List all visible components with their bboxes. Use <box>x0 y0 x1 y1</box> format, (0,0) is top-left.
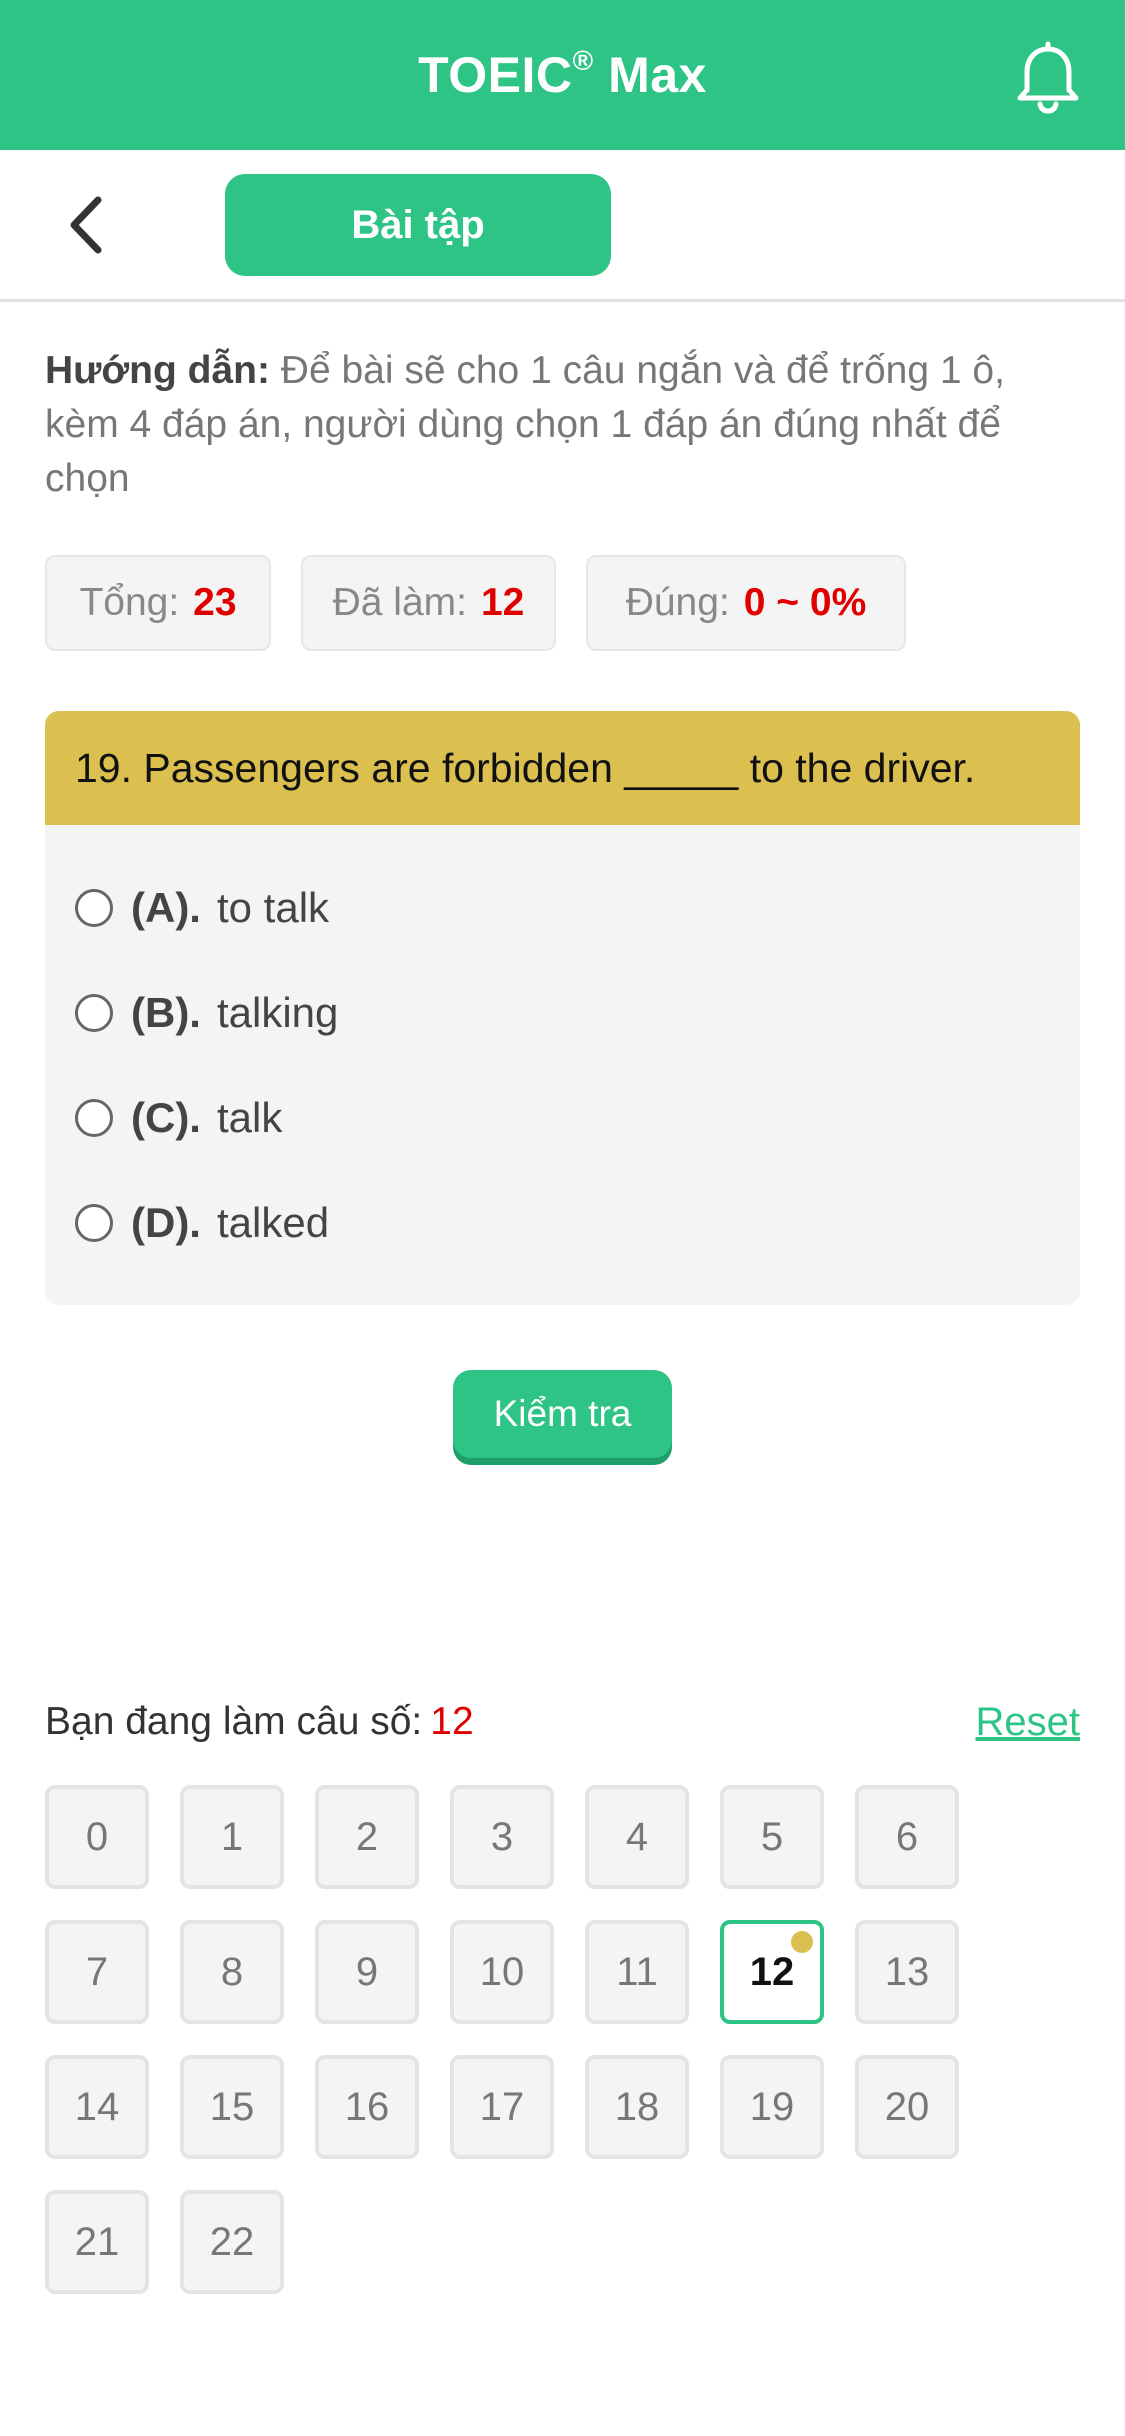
question-number-10[interactable]: 10 <box>450 1920 554 2024</box>
question-number-label: 7 <box>85 1949 109 1994</box>
progress-label-text: Bạn đang làm câu số: <box>45 1700 423 1743</box>
question-number-5[interactable]: 5 <box>720 1785 824 1889</box>
option-text: talking <box>216 989 339 1036</box>
option-c[interactable]: (C). talk <box>75 1083 282 1153</box>
instructions-label: Hướng dẫn: <box>45 349 270 392</box>
question-number-12[interactable]: 12 <box>720 1920 824 2024</box>
question-number-label: 3 <box>490 1814 514 1859</box>
question-number-16[interactable]: 16 <box>315 2055 419 2159</box>
stat-done: Đã làm: 12 <box>301 555 556 651</box>
current-indicator-dot <box>791 1931 813 1953</box>
question-number-22[interactable]: 22 <box>180 2190 284 2294</box>
current-question-number: 12 <box>430 1700 474 1743</box>
option-text: to talk <box>216 884 330 931</box>
question-grid: 0 1 2 3 4 5 6 7 8 9 10 11 12 13 14 15 16 17 18 19 20 21 22 <box>45 1785 1045 2305</box>
sub-navigation-bar: Bài tập <box>0 150 1125 302</box>
stat-done-label: Đã làm: <box>332 581 467 624</box>
question-number-19[interactable]: 19 <box>720 2055 824 2159</box>
question-number-21[interactable]: 21 <box>45 2190 149 2294</box>
question-number-label: 17 <box>479 2084 525 2129</box>
bell-icon[interactable] <box>1013 38 1083 114</box>
instructions: Hướng dẫn: Để bài sẽ cho 1 câu ngắn và đ… <box>45 344 1085 506</box>
progress-label: Bạn đang làm câu số: 12 <box>45 1700 474 1744</box>
question-number-label: 19 <box>749 2084 795 2129</box>
stat-total: Tổng: 23 <box>45 555 271 651</box>
question-number-label: 11 <box>616 1949 658 1994</box>
stat-done-value: 12 <box>480 581 525 624</box>
chevron-left-icon[interactable] <box>62 192 114 258</box>
question-number-label: 9 <box>355 1949 379 1994</box>
radio-button[interactable] <box>75 994 113 1032</box>
option-key: (A). <box>131 884 201 931</box>
app-title-text: TOEIC <box>418 47 573 103</box>
question-card: 19. Passengers are forbidden _____ to th… <box>45 711 1080 1305</box>
option-d[interactable]: (D). talked <box>75 1188 329 1258</box>
question-number-label: 21 <box>74 2219 120 2264</box>
question-number-label: 6 <box>895 1814 919 1859</box>
question-number-label: 10 <box>479 1949 525 1994</box>
question-number-1[interactable]: 1 <box>180 1785 284 1889</box>
registered-mark: ® <box>572 45 594 77</box>
question-number-label: 16 <box>344 2084 390 2129</box>
option-b[interactable]: (B). talking <box>75 978 338 1048</box>
question-number-3[interactable]: 3 <box>450 1785 554 1889</box>
stat-correct: Đúng: 0 ~ 0% <box>586 555 906 651</box>
app-title: TOEIC® Max <box>418 45 707 104</box>
question-number-15[interactable]: 15 <box>180 2055 284 2159</box>
question-number-label: 2 <box>355 1814 379 1859</box>
question-text: 19. Passengers are forbidden _____ to th… <box>45 711 1080 825</box>
question-number-label: 13 <box>884 1949 930 1994</box>
option-a[interactable]: (A). to talk <box>75 873 329 943</box>
question-number-18[interactable]: 18 <box>585 2055 689 2159</box>
question-number-label: 22 <box>209 2219 255 2264</box>
question-number-label: 18 <box>614 2084 660 2129</box>
reset-link[interactable]: Reset <box>976 1700 1081 1745</box>
app-header: TOEIC® Max <box>0 0 1125 150</box>
stat-total-label: Tổng: <box>79 581 180 624</box>
question-number-7[interactable]: 7 <box>45 1920 149 2024</box>
question-number-6[interactable]: 6 <box>855 1785 959 1889</box>
question-number-label: 12 <box>749 1949 795 1994</box>
stat-correct-value: 0 ~ 0% <box>743 581 867 624</box>
option-key: (D). <box>131 1199 201 1246</box>
radio-button[interactable] <box>75 1204 113 1242</box>
tab-exercises[interactable]: Bài tập <box>225 174 611 276</box>
option-text: talked <box>216 1199 330 1246</box>
radio-button[interactable] <box>75 889 113 927</box>
question-number-2[interactable]: 2 <box>315 1785 419 1889</box>
question-number-17[interactable]: 17 <box>450 2055 554 2159</box>
option-key: (C). <box>131 1094 201 1141</box>
question-number-8[interactable]: 8 <box>180 1920 284 2024</box>
stat-correct-label: Đúng: <box>625 581 730 624</box>
question-number-11[interactable]: 11 <box>585 1920 689 2024</box>
question-number-label: 14 <box>74 2084 120 2129</box>
option-key: (B). <box>131 989 201 1036</box>
question-number-0[interactable]: 0 <box>45 1785 149 1889</box>
question-number-4[interactable]: 4 <box>585 1785 689 1889</box>
question-number-label: 4 <box>625 1814 649 1859</box>
radio-button[interactable] <box>75 1099 113 1137</box>
option-text: talk <box>216 1094 283 1141</box>
check-answer-button[interactable]: Kiểm tra <box>453 1370 672 1458</box>
question-number-label: 1 <box>220 1814 244 1859</box>
question-number-label: 15 <box>209 2084 255 2129</box>
question-number-14[interactable]: 14 <box>45 2055 149 2159</box>
question-number-label: 5 <box>760 1814 784 1859</box>
question-number-label: 8 <box>220 1949 244 1994</box>
question-number-20[interactable]: 20 <box>855 2055 959 2159</box>
question-number-9[interactable]: 9 <box>315 1920 419 2024</box>
app-title-suffix: Max <box>593 47 707 103</box>
question-number-label: 0 <box>85 1814 109 1859</box>
question-number-label: 20 <box>884 2084 930 2129</box>
stat-total-value: 23 <box>193 581 237 624</box>
question-number-13[interactable]: 13 <box>855 1920 959 2024</box>
